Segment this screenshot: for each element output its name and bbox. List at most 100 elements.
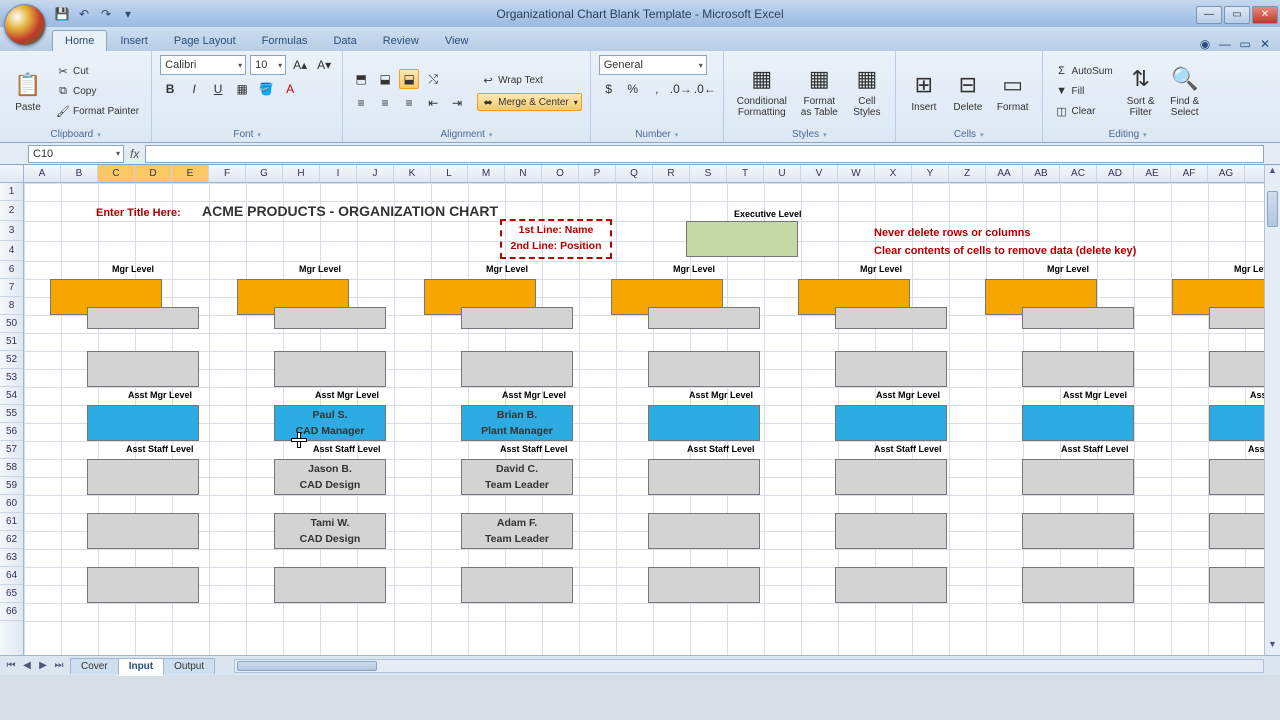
italic-button[interactable]: I xyxy=(184,79,204,99)
conditional-formatting-button[interactable]: ▦Conditional Formatting xyxy=(732,61,792,121)
decrease-decimal-icon[interactable]: .0← xyxy=(695,79,715,99)
tab-nav-last-icon[interactable]: ⏭ xyxy=(52,660,66,671)
col-header-J[interactable]: J xyxy=(357,165,394,182)
row-header-55[interactable]: 55 xyxy=(0,405,23,423)
row-header-61[interactable]: 61 xyxy=(0,513,23,531)
asst-mgr-box[interactable] xyxy=(648,405,760,441)
col-header-O[interactable]: O xyxy=(542,165,579,182)
row-header-64[interactable]: 64 xyxy=(0,567,23,585)
decrease-indent-icon[interactable]: ⇤ xyxy=(423,93,443,113)
col-header-A[interactable]: A xyxy=(24,165,61,182)
staff-box[interactable] xyxy=(648,567,760,603)
hscroll-thumb[interactable] xyxy=(237,661,377,671)
grow-font-icon[interactable]: A▴ xyxy=(290,55,310,75)
col-header-AC[interactable]: AC xyxy=(1060,165,1097,182)
staff-box[interactable] xyxy=(87,513,199,549)
col-header-K[interactable]: K xyxy=(394,165,431,182)
staff-box[interactable] xyxy=(87,351,199,387)
minimize-button[interactable]: — xyxy=(1196,6,1222,24)
insert-cells-button[interactable]: ⊞Insert xyxy=(904,67,944,116)
underline-button[interactable]: U xyxy=(208,79,228,99)
col-header-W[interactable]: W xyxy=(838,165,875,182)
fill-button[interactable]: ▼Fill xyxy=(1051,82,1117,100)
col-header-I[interactable]: I xyxy=(320,165,357,182)
currency-icon[interactable]: $ xyxy=(599,79,619,99)
cell-styles-button[interactable]: ▦Cell Styles xyxy=(847,61,887,121)
staff-box[interactable] xyxy=(461,567,573,603)
comma-icon[interactable]: , xyxy=(647,79,667,99)
col-header-E[interactable]: E xyxy=(172,165,209,182)
tab-data[interactable]: Data xyxy=(320,30,369,51)
col-header-N[interactable]: N xyxy=(505,165,542,182)
staff-box[interactable] xyxy=(274,567,386,603)
staff-box[interactable] xyxy=(648,351,760,387)
copy-button[interactable]: ⧉Copy xyxy=(52,82,143,100)
staff-box[interactable] xyxy=(1022,459,1134,495)
row-header-1[interactable]: 1 xyxy=(0,183,23,201)
staff-box[interactable]: David C.Team Leader xyxy=(461,459,573,495)
border-button[interactable]: ▦ xyxy=(232,79,252,99)
formula-bar[interactable] xyxy=(145,145,1264,163)
help-icon[interactable]: ◉ xyxy=(1198,37,1212,51)
col-header-AF[interactable]: AF xyxy=(1171,165,1208,182)
tab-nav-first-icon[interactable]: ⏮ xyxy=(4,660,18,671)
staff-box[interactable] xyxy=(461,351,573,387)
delete-cells-button[interactable]: ⊟Delete xyxy=(948,67,988,116)
sheet-tab-cover[interactable]: Cover xyxy=(70,658,119,674)
row-header-8[interactable]: 8 xyxy=(0,297,23,315)
col-header-T[interactable]: T xyxy=(727,165,764,182)
tab-page-layout[interactable]: Page Layout xyxy=(161,30,249,51)
staff-box[interactable]: Tami W.CAD Design xyxy=(274,513,386,549)
clear-button[interactable]: ◫Clear xyxy=(1051,102,1117,120)
col-header-AD[interactable]: AD xyxy=(1097,165,1134,182)
ribbon-close-icon[interactable]: ✕ xyxy=(1258,37,1272,51)
orientation-icon[interactable]: ⤭ xyxy=(423,69,443,89)
font-name-combo[interactable]: Calibri xyxy=(160,55,246,75)
tab-review[interactable]: Review xyxy=(370,30,432,51)
bold-button[interactable]: B xyxy=(160,79,180,99)
qat-redo-icon[interactable]: ↷ xyxy=(98,6,114,22)
font-color-button[interactable]: A xyxy=(280,79,300,99)
staff-box[interactable] xyxy=(648,459,760,495)
col-header-V[interactable]: V xyxy=(801,165,838,182)
col-header-X[interactable]: X xyxy=(875,165,912,182)
staff-box[interactable]: Jason B.CAD Design xyxy=(274,459,386,495)
increase-decimal-icon[interactable]: .0→ xyxy=(671,79,691,99)
increase-indent-icon[interactable]: ⇥ xyxy=(447,93,467,113)
col-header-P[interactable]: P xyxy=(579,165,616,182)
office-button[interactable] xyxy=(4,4,46,46)
col-header-R[interactable]: R xyxy=(653,165,690,182)
ribbon-restore-icon[interactable]: ▭ xyxy=(1238,37,1252,51)
staff-box[interactable] xyxy=(1022,513,1134,549)
col-header-H[interactable]: H xyxy=(283,165,320,182)
row-header-52[interactable]: 52 xyxy=(0,351,23,369)
row-header-58[interactable]: 58 xyxy=(0,459,23,477)
row-header-7[interactable]: 7 xyxy=(0,279,23,297)
qat-undo-icon[interactable]: ↶ xyxy=(76,6,92,22)
asst-mgr-box[interactable] xyxy=(835,405,947,441)
staff-box[interactable]: Adam F.Team Leader xyxy=(461,513,573,549)
number-format-combo[interactable]: General xyxy=(599,55,707,75)
format-cells-button[interactable]: ▭Format xyxy=(992,67,1034,116)
align-center-icon[interactable]: ≡ xyxy=(375,93,395,113)
align-left-icon[interactable]: ≡ xyxy=(351,93,371,113)
row-header-63[interactable]: 63 xyxy=(0,549,23,567)
asst-mgr-box[interactable]: Paul S.CAD Manager xyxy=(274,405,386,441)
col-header-L[interactable]: L xyxy=(431,165,468,182)
staff-box[interactable] xyxy=(1022,307,1134,329)
vscroll-thumb[interactable] xyxy=(1267,191,1278,227)
tab-nav-next-icon[interactable]: ▶ xyxy=(36,660,50,671)
vertical-scrollbar[interactable]: ▲ ▼ xyxy=(1264,165,1280,655)
row-header-53[interactable]: 53 xyxy=(0,369,23,387)
col-header-Y[interactable]: Y xyxy=(912,165,949,182)
col-header-AB[interactable]: AB xyxy=(1023,165,1060,182)
spreadsheet-grid[interactable]: Enter Title Here: ACME PRODUCTS - ORGANI… xyxy=(24,183,1280,655)
maximize-button[interactable]: ▭ xyxy=(1224,6,1250,24)
staff-box[interactable] xyxy=(87,567,199,603)
select-all-corner[interactable] xyxy=(0,165,24,182)
row-header-6[interactable]: 6 xyxy=(0,261,23,279)
close-button[interactable]: ✕ xyxy=(1252,6,1278,24)
tab-nav-prev-icon[interactable]: ◀ xyxy=(20,660,34,671)
col-header-F[interactable]: F xyxy=(209,165,246,182)
fx-icon[interactable]: fx xyxy=(130,147,139,161)
